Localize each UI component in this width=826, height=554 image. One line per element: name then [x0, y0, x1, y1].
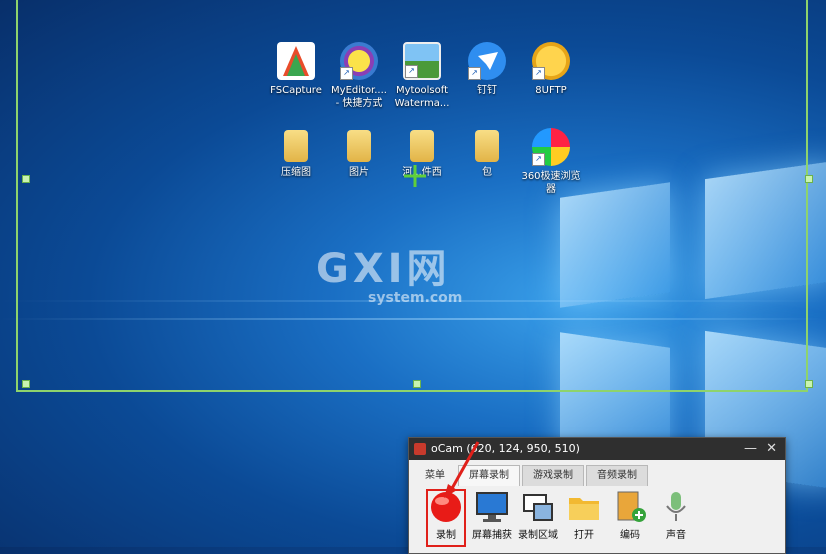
icon-label: 图片	[349, 167, 369, 178]
tool-label: 录制区域	[518, 530, 558, 541]
close-button[interactable]: ✕	[766, 438, 777, 460]
desktop-icon-8uftp[interactable]: ↗ 8UFTP	[516, 42, 586, 97]
desktop-icon-myeditor[interactable]: ↗ MyEditor.... - 快捷方式	[324, 42, 394, 110]
desktop-folder[interactable]: 图片	[324, 130, 394, 179]
icon-label: 钉钉	[477, 85, 497, 96]
resize-handle-bottom-left[interactable]	[22, 380, 30, 388]
crosshair-cursor-icon	[404, 165, 426, 187]
region-icon	[521, 490, 555, 524]
icon-label: 压缩图	[281, 167, 311, 178]
resize-handle-bottom[interactable]	[413, 380, 421, 388]
icon-label: Mytoolsoft Waterma...	[394, 85, 450, 109]
desktop-icon-fscapture[interactable]: FSCapture	[261, 42, 331, 97]
shortcut-arrow-icon: ↗	[532, 153, 545, 166]
monitor-icon	[475, 490, 509, 524]
tab-audio-record[interactable]: 音频录制	[586, 465, 648, 486]
folder-icon	[284, 130, 308, 162]
desktop-icon-watermark-app[interactable]: ↗ Mytoolsoft Waterma...	[387, 42, 457, 110]
tool-label: 声音	[666, 530, 686, 541]
watermark-small: system.com	[368, 290, 463, 306]
icon-label: 包	[482, 167, 492, 178]
watermark-app-icon: ↗	[403, 42, 441, 80]
myeditor-icon: ↗	[340, 42, 378, 80]
minimize-button[interactable]: —	[744, 438, 757, 460]
tab-game-record[interactable]: 游戏录制	[522, 465, 584, 486]
resize-handle-bottom-right[interactable]	[805, 380, 813, 388]
icon-label: 360极速浏览 器	[521, 171, 581, 195]
resize-handle-right[interactable]	[805, 175, 813, 183]
record-region-button[interactable]: 录制区域	[515, 488, 561, 541]
folder-icon	[410, 130, 434, 162]
resize-handle-left[interactable]	[22, 175, 30, 183]
folder-open-icon	[567, 490, 601, 524]
open-button[interactable]: 打开	[561, 488, 607, 541]
icon-label: MyEditor.... - 快捷方式	[331, 85, 387, 109]
desktop-icon-dingtalk[interactable]: ↗ 钉钉	[452, 42, 522, 97]
folder-icon	[475, 130, 499, 162]
tool-label: 编码	[620, 530, 640, 541]
shortcut-arrow-icon: ↗	[405, 65, 418, 78]
watermark-big: GXI网	[316, 246, 451, 292]
sound-button[interactable]: 声音	[653, 488, 699, 541]
desktop-icon-360-browser[interactable]: ↗ 360极速浏览 器	[516, 128, 586, 196]
shortcut-arrow-icon: ↗	[468, 67, 481, 80]
ocam-logo-icon	[414, 443, 426, 455]
desktop-folder[interactable]: 压缩图	[261, 130, 331, 179]
folder-icon	[347, 130, 371, 162]
shortcut-arrow-icon: ↗	[532, 67, 545, 80]
watermark-logo: GXI网 system.com	[316, 236, 462, 306]
desktop-folder[interactable]: 包	[452, 130, 522, 179]
microphone-icon	[659, 490, 693, 524]
film-add-icon	[613, 490, 647, 524]
codec-button[interactable]: 编码	[607, 488, 653, 541]
360-browser-icon: ↗	[532, 128, 570, 166]
tool-label: 屏幕捕获	[472, 530, 512, 541]
8uftp-icon: ↗	[532, 42, 570, 80]
shortcut-arrow-icon: ↗	[340, 67, 353, 80]
icon-label: FSCapture	[270, 85, 322, 96]
tool-label: 打开	[574, 530, 594, 541]
fscapture-icon	[277, 42, 315, 80]
icon-label: 8UFTP	[535, 85, 567, 96]
dingtalk-icon: ↗	[468, 42, 506, 80]
annotation-arrow-icon	[444, 441, 480, 498]
